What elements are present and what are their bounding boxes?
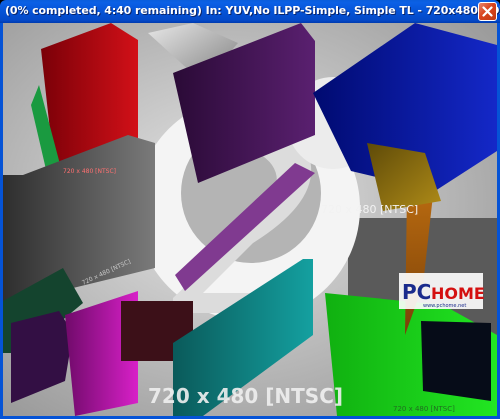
render-viewport: PC HOME www.pchome.net 720 x 480 [NTSC] …	[3, 23, 497, 416]
logo-pc: PC	[402, 280, 431, 304]
black-quad	[421, 321, 491, 401]
watermark-mid: 720 x 480 [NTSC]	[321, 203, 418, 216]
watermark-main: 720 x 480 [NTSC]	[148, 384, 343, 408]
render-window: (0% completed, 4:40 remaining) In: YUV,N…	[0, 0, 500, 419]
close-icon	[482, 6, 493, 17]
title-bar[interactable]: (0% completed, 4:40 remaining) In: YUV,N…	[0, 0, 500, 23]
close-button[interactable]	[478, 2, 497, 21]
watermark-green: 720 x 480 [NTSC]	[393, 405, 455, 413]
logo-sub: www.pchome.net	[423, 303, 466, 309]
render-scene: PC HOME www.pchome.net 720 x 480 [NTSC] …	[3, 23, 497, 416]
window-title: (0% completed, 4:40 remaining) In: YUV,N…	[5, 4, 500, 17]
watermark-red: 720 x 480 [NTSC]	[63, 168, 116, 175]
pchome-logo: PC HOME www.pchome.net	[399, 273, 485, 309]
logo-home: HOME	[431, 284, 485, 303]
